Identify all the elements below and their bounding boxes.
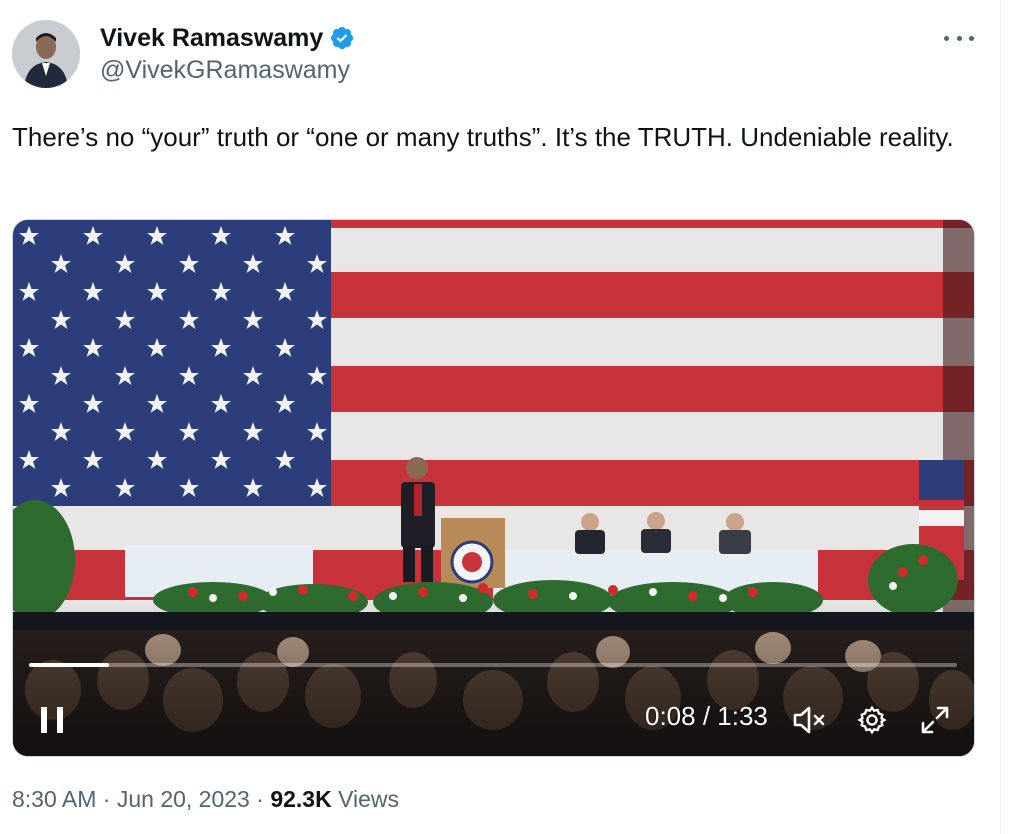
fullscreen-icon [921,706,949,734]
tweet-text: There’s no “your” truth or “one or many … [12,122,954,152]
tweet-date[interactable]: Jun 20, 2023 [117,786,250,812]
more-options-button[interactable] [944,26,974,50]
avatar[interactable] [12,20,80,88]
avatar-image [12,20,80,88]
unmute-button[interactable] [791,702,829,738]
column-divider [1000,0,1001,834]
settings-button[interactable] [853,701,891,739]
settings-icon [857,705,887,735]
meta-separator: · [102,786,111,812]
video-progress-fill [29,663,109,667]
tweet-meta: 8:30 AM · Jun 20, 2023 · 92.3K Views [12,786,399,813]
video-player[interactable]: 0:08 / 1:33 [12,219,975,757]
author-name[interactable]: Vivek Ramaswamy [100,24,323,53]
fullscreen-button[interactable] [916,701,954,739]
video-progress-bar[interactable] [29,663,957,667]
pause-button[interactable] [37,702,69,738]
more-icon [944,35,949,41]
author-handle[interactable]: @VivekGRamaswamy [100,56,350,85]
video-frame [13,220,974,756]
meta-separator: · [256,786,264,812]
tweet-time[interactable]: 8:30 AM [12,786,96,812]
verified-badge-icon[interactable] [329,25,355,51]
pause-icon [41,707,63,733]
author-name-row[interactable]: Vivek Ramaswamy [100,22,355,54]
views-count: 92.3K [270,786,332,812]
views-label: Views [338,786,400,812]
mute-icon [793,706,825,734]
video-time-display: 0:08 / 1:33 [645,701,768,731]
